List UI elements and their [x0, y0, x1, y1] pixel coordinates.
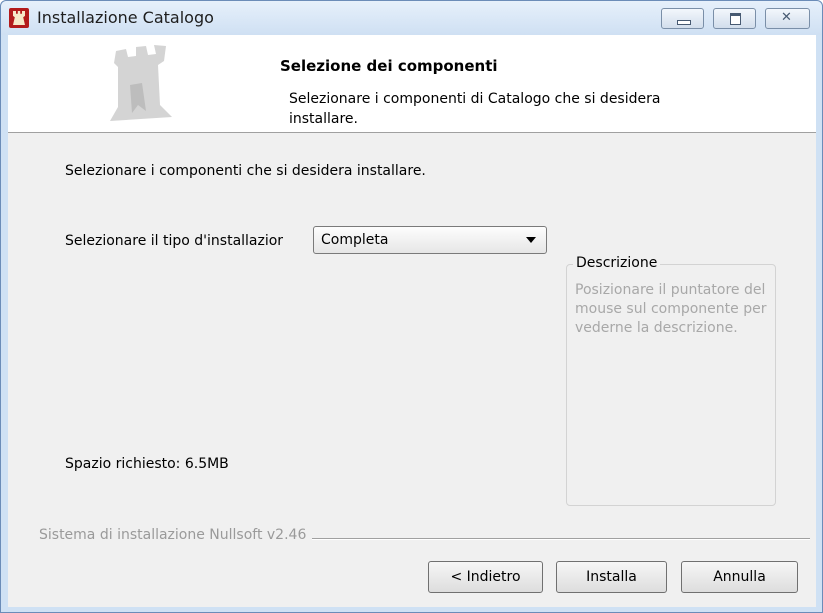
- castle-tower-watermark-icon: [110, 45, 172, 121]
- page-subtitle: Selezionare i componenti di Catalogo che…: [289, 91, 661, 127]
- page-title: Selezione dei componenti: [280, 57, 498, 75]
- close-button[interactable]: [765, 8, 810, 29]
- castle-tower-icon[interactable]: [9, 8, 29, 28]
- space-required: Spazio richiesto: 6.5MB: [65, 456, 229, 472]
- maximize-button[interactable]: [713, 8, 756, 29]
- window-title: Installazione Catalogo: [37, 8, 214, 27]
- install-type-dropdown[interactable]: Completa: [313, 226, 547, 254]
- description-text: Posizionare il puntatore del mouse sul c…: [575, 282, 767, 336]
- install-type-value: Completa: [321, 232, 389, 248]
- cancel-button[interactable]: Annulla: [681, 561, 798, 593]
- install-type-label: Selezionare il tipo d'installazior: [65, 233, 284, 249]
- intro-text: Selezionare i componenti che si desidera…: [65, 163, 426, 179]
- description-legend: Descrizione: [573, 255, 661, 271]
- installer-page: Selezione dei componenti Selezionare i c…: [8, 35, 816, 607]
- page-header: Selezione dei componenti Selezionare i c…: [8, 35, 816, 133]
- minimize-button[interactable]: [661, 8, 704, 29]
- branding-text: Sistema di installazione Nullsoft v2.46: [39, 527, 313, 543]
- installer-window: Installazione Catalogo Selezione dei com…: [0, 0, 823, 613]
- back-button[interactable]: < Indietro: [428, 561, 543, 593]
- install-button[interactable]: Installa: [556, 561, 667, 593]
- title-bar[interactable]: Installazione Catalogo: [1, 1, 822, 35]
- chevron-down-icon[interactable]: [526, 237, 536, 243]
